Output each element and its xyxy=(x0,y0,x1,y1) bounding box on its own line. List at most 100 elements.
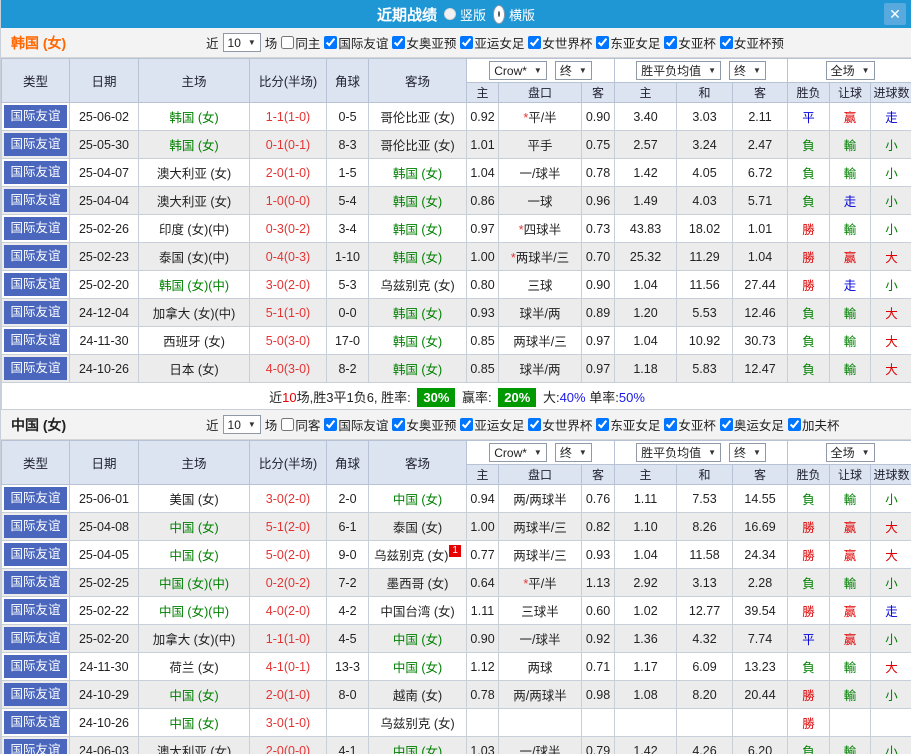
away-team-name: 韩国 (女) xyxy=(392,195,443,209)
match-row: 国际友谊 25-02-20 加拿大 (女)(中) 1-1(1-0) 4-5 中国 (女) 0… xyxy=(1,624,911,653)
filter-option[interactable]: 女奥亚预 xyxy=(388,33,456,52)
cell-odds-away: 0.71 xyxy=(580,652,616,681)
filter-checkbox[interactable] xyxy=(392,418,406,431)
match-type-link[interactable]: 国际友谊 xyxy=(4,627,67,650)
cell-odds-away: 0.75 xyxy=(580,130,616,159)
match-type-link[interactable]: 国际友谊 xyxy=(4,515,67,538)
filter-checkbox[interactable] xyxy=(460,36,474,49)
match-type-link[interactable]: 国际友谊 xyxy=(4,739,67,754)
cell-away-team: 哥伦比亚 (女) xyxy=(368,102,467,131)
filter-checkbox[interactable] xyxy=(719,418,733,431)
filter-checkbox[interactable] xyxy=(664,36,678,49)
filter-option[interactable]: 女亚杯预 xyxy=(716,33,784,52)
cell-away-team: 乌兹别克 (女) 1 xyxy=(368,540,467,569)
cell-score: 1-1(1-0) xyxy=(249,102,327,131)
mean-final-select[interactable]: 终 ▼ xyxy=(729,61,766,80)
filter-checkbox[interactable] xyxy=(596,36,610,49)
bookmaker-select[interactable]: Crow* ▼ xyxy=(489,61,547,80)
cell-goals-result: 小 xyxy=(870,270,911,299)
filter-option[interactable]: 女世界杯 xyxy=(524,33,592,52)
match-type-link[interactable]: 国际友谊 xyxy=(4,357,67,380)
match-type-link[interactable]: 国际友谊 xyxy=(4,683,67,706)
bookmaker-select[interactable]: Crow* ▼ xyxy=(489,443,547,462)
cell-handicap: 一/球半 xyxy=(498,158,582,187)
close-button[interactable]: ✕ xyxy=(884,3,906,25)
match-type-link[interactable]: 国际友谊 xyxy=(4,301,67,324)
filter-option[interactable]: 女亚杯 xyxy=(660,415,716,434)
full-match-select[interactable]: 全场 ▼ xyxy=(825,443,875,462)
filter-option[interactable]: 东亚女足 xyxy=(592,415,660,434)
filter-option[interactable]: 亚运女足 xyxy=(456,33,524,52)
match-type-link[interactable]: 国际友谊 xyxy=(4,245,67,268)
match-type-link[interactable]: 国际友谊 xyxy=(4,599,67,622)
cell-corner: 5-3 xyxy=(326,270,369,299)
match-type-link[interactable]: 国际友谊 xyxy=(4,273,67,296)
match-type-link[interactable]: 国际友谊 xyxy=(4,189,67,212)
cell-handicap: 两球半/三 xyxy=(498,540,582,569)
filter-option[interactable]: 女世界杯 xyxy=(524,415,592,434)
filter-checkbox[interactable] xyxy=(664,418,678,431)
full-match-select[interactable]: 全场 ▼ xyxy=(825,61,875,80)
match-type-link[interactable]: 国际友谊 xyxy=(4,543,67,566)
result-group-header: 全场 ▼ xyxy=(787,58,911,83)
cell-match-type: 国际友谊 xyxy=(1,270,70,299)
cell-mean-away: 12.47 xyxy=(732,354,789,383)
filter-option[interactable]: 亚运女足 xyxy=(456,415,524,434)
cell-goals-result: 小 xyxy=(870,186,911,215)
competition-filters: 同客 国际友谊 女奥亚预 亚运女足 女世界杯 东亚女足 女亚杯 奥运女足 加夫杯 xyxy=(277,415,839,434)
mean-final-select[interactable]: 终 ▼ xyxy=(729,443,766,462)
radio-icon[interactable] xyxy=(493,4,505,24)
cell-home-team: 中国 (女)(中) xyxy=(138,596,250,625)
filter-checkbox[interactable] xyxy=(596,418,610,431)
filter-checkbox[interactable] xyxy=(460,418,474,431)
filter-checkbox[interactable] xyxy=(392,36,406,49)
mean-odds-select[interactable]: 胜平负均值 ▼ xyxy=(636,443,722,462)
recent-suffix-label: 场 xyxy=(264,419,278,433)
mean-odds-select[interactable]: 胜平负均值 ▼ xyxy=(636,61,722,80)
match-type-link[interactable]: 国际友谊 xyxy=(4,217,67,240)
recent-count-value: 10 xyxy=(227,35,241,50)
layout-option-vertical[interactable]: 竖版 xyxy=(443,5,486,24)
filter-checkbox[interactable] xyxy=(528,418,542,431)
match-row: 国际友谊 24-12-04 加拿大 (女)(中) 5-1(1-0) 0-0 韩国 (女) 0… xyxy=(1,298,911,327)
filter-checkbox[interactable] xyxy=(281,418,295,431)
filter-checkbox[interactable] xyxy=(719,36,733,49)
cell-home-team: 韩国 (女)(中) xyxy=(138,270,250,299)
filter-option[interactable]: 女奥亚预 xyxy=(388,415,456,434)
match-type-link[interactable]: 国际友谊 xyxy=(4,161,67,184)
filter-checkbox[interactable] xyxy=(281,36,295,49)
match-type-link[interactable]: 国际友谊 xyxy=(4,655,67,678)
filter-option[interactable]: 国际友谊 xyxy=(320,33,388,52)
cell-odds-away: 0.93 xyxy=(580,540,616,569)
recent-count-select[interactable]: 10 ▼ xyxy=(222,415,261,434)
match-type-link[interactable]: 国际友谊 xyxy=(4,571,67,594)
filter-checkbox[interactable] xyxy=(324,36,338,49)
odds-final-select[interactable]: 终 ▼ xyxy=(554,443,592,462)
filter-option[interactable]: 加夫杯 xyxy=(784,415,839,434)
recent-count-select[interactable]: 10 ▼ xyxy=(222,33,261,52)
filter-option[interactable]: 同主 xyxy=(277,33,320,52)
filter-option[interactable]: 同客 xyxy=(277,415,320,434)
cell-handicap: 一/球半 xyxy=(498,624,582,653)
match-type-link[interactable]: 国际友谊 xyxy=(4,711,67,734)
cell-result: 負 xyxy=(787,298,831,327)
cell-odds-away: 0.90 xyxy=(580,270,616,299)
radio-icon[interactable] xyxy=(443,8,456,20)
filter-option[interactable]: 女亚杯 xyxy=(660,33,716,52)
cell-score: 2-0(1-0) xyxy=(249,158,327,187)
layout-option-horizontal[interactable]: 横版 xyxy=(493,4,535,24)
odds-final-select[interactable]: 终 ▼ xyxy=(554,61,592,80)
filter-option[interactable]: 奥运女足 xyxy=(716,415,784,434)
filter-checkbox[interactable] xyxy=(787,418,801,431)
match-type-link[interactable]: 国际友谊 xyxy=(4,487,67,510)
cell-corner: 7-2 xyxy=(326,568,369,597)
filter-option[interactable]: 国际友谊 xyxy=(320,415,388,434)
match-type-link[interactable]: 国际友谊 xyxy=(4,105,67,128)
match-type-link[interactable]: 国际友谊 xyxy=(4,133,67,156)
filter-checkbox[interactable] xyxy=(324,418,338,431)
filter-checkbox[interactable] xyxy=(528,36,542,49)
match-type-link[interactable]: 国际友谊 xyxy=(4,329,67,352)
cell-result: 負 xyxy=(787,484,831,513)
cell-away-team: 中国 (女) xyxy=(368,624,467,653)
filter-option[interactable]: 东亚女足 xyxy=(592,33,660,52)
